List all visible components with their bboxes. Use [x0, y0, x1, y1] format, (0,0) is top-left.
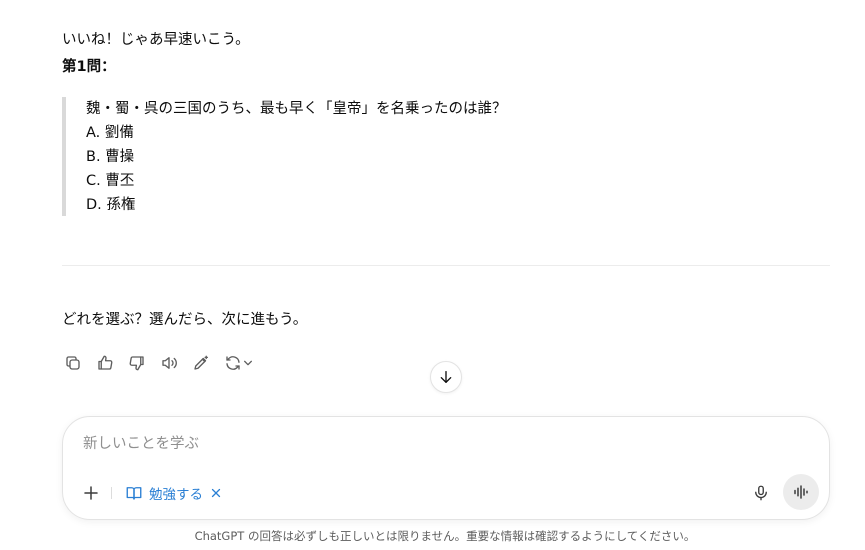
quiz-question: 魏・蜀・呉の三国のうち、最も早く「皇帝」を名乗ったのは誰？ [86, 101, 507, 117]
copy-icon [66, 356, 80, 370]
study-mode-label: 勉強する [149, 487, 203, 503]
edit-button[interactable] [190, 352, 212, 374]
composer: 勉強する [62, 416, 830, 520]
quiz-option-b: B. 曹操 [86, 149, 135, 165]
dictate-button[interactable] [749, 481, 773, 505]
read-aloud-icon [162, 357, 177, 369]
thumbs-up-button[interactable] [94, 352, 116, 374]
quiz-option-a: A. 劉備 [86, 125, 134, 141]
thumbs-down-button[interactable] [126, 352, 148, 374]
read-aloud-button[interactable] [158, 352, 180, 374]
microphone-icon [755, 485, 767, 501]
scroll-to-bottom-button[interactable] [430, 361, 462, 393]
quiz-blockquote: 魏・蜀・呉の三国のうち、最も早く「皇帝」を名乗ったのは誰？ A. 劉備 B. 曹… [62, 97, 522, 216]
book-icon [126, 487, 142, 500]
arrow-down-icon [440, 371, 452, 383]
message-action-bar [62, 352, 264, 374]
quiz-option-c: C. 曹丕 [86, 173, 135, 189]
followup-text: どれを選ぶ？選んだら、次に進もう。 [62, 312, 308, 328]
add-attachment-button[interactable] [79, 481, 103, 505]
edit-icon [194, 355, 209, 370]
thumbs-up-icon [98, 355, 113, 370]
study-mode-chip[interactable]: 勉強する [125, 481, 223, 505]
quiz-option-d: D. 孫権 [86, 197, 136, 213]
question-heading: 第1問： [62, 59, 116, 75]
copy-button[interactable] [62, 352, 84, 374]
toolbar-separator [111, 487, 112, 499]
voice-mode-button[interactable] [783, 474, 819, 510]
waveform-icon [794, 485, 808, 499]
footer-disclaimer: ChatGPT の回答は必ずしも正しいとは限りません。重要な情報は確認するように… [194, 529, 696, 543]
regenerate-button[interactable] [222, 352, 254, 374]
thumbs-down-icon [129, 356, 144, 371]
close-icon[interactable] [209, 486, 223, 500]
prompt-input[interactable] [83, 433, 723, 455]
chevron-down-icon [243, 360, 252, 366]
assistant-intro-text: いいね！じゃあ早速いこう。 [62, 32, 250, 48]
section-divider [62, 265, 830, 266]
regenerate-icon [225, 356, 240, 370]
plus-icon [84, 486, 98, 500]
